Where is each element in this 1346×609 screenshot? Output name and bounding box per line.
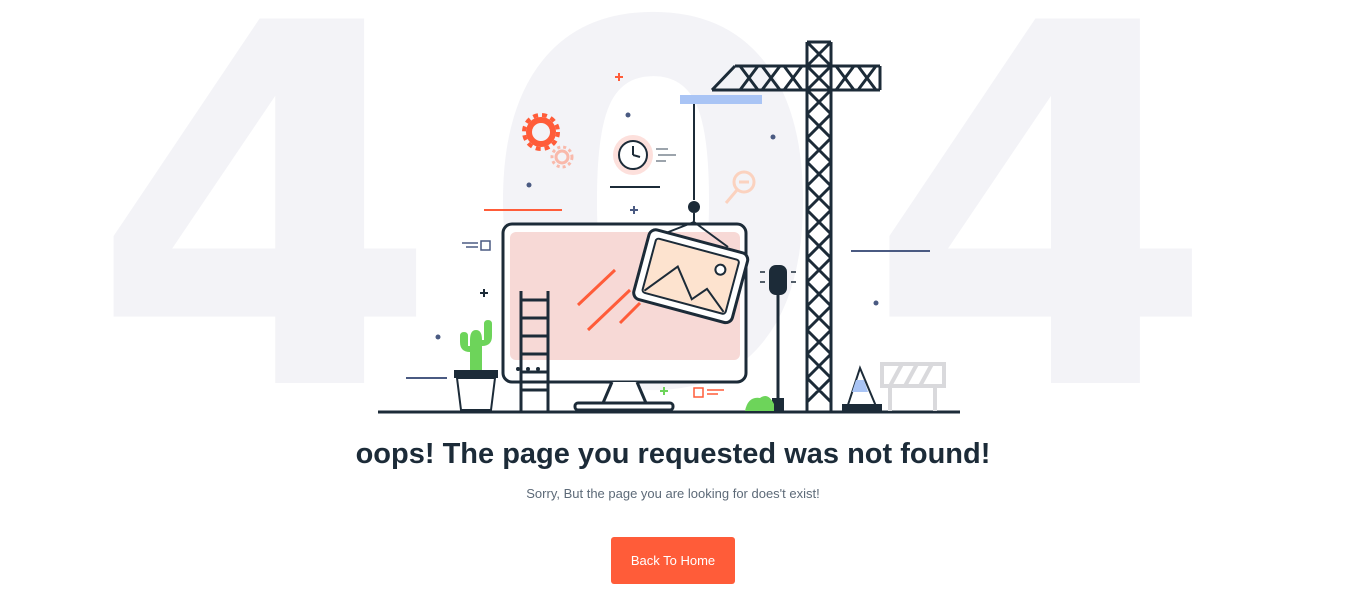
lamp-post-icon	[760, 265, 796, 411]
plus-icon	[660, 387, 668, 395]
bush-icon	[745, 396, 774, 411]
crane-counterweight	[680, 95, 762, 104]
decor-dot	[873, 300, 879, 306]
clock-icon	[610, 135, 676, 188]
motion-lines-icon	[462, 240, 491, 251]
error-message: Sorry, But the page you are looking for …	[526, 486, 820, 501]
plus-icon	[630, 206, 638, 214]
page-title: oops! The page you requested was not fou…	[355, 438, 991, 470]
under-construction-illustration	[378, 40, 960, 414]
hanging-picture-icon	[632, 104, 750, 325]
motion-lines-icon	[693, 387, 724, 398]
cactus-pot-icon	[454, 320, 498, 411]
back-to-home-button[interactable]: Back To Home	[611, 537, 735, 584]
error-page: 404	[0, 0, 1346, 609]
barricade-icon	[880, 362, 946, 411]
traffic-cone-icon	[842, 365, 882, 412]
gear-icon	[522, 113, 560, 151]
plus-icon	[615, 73, 623, 81]
decor-dot	[435, 334, 441, 340]
plus-icon	[480, 289, 488, 297]
decor-dot	[526, 182, 532, 188]
magnifier-icon	[724, 170, 756, 204]
decor-dot	[770, 134, 776, 140]
small-gear-icon	[550, 145, 574, 169]
decor-dot	[625, 112, 631, 118]
